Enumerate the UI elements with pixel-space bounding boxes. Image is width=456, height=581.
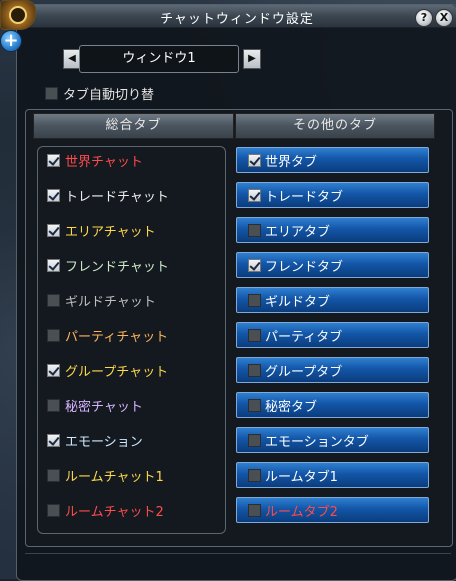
other-tab-item[interactable]: フレンドタブ [236,252,429,278]
checkbox[interactable] [248,468,261,482]
auto-switch-tab-option[interactable]: タブ自動切り替 [45,84,154,103]
general-tab-item[interactable]: トレードチャット [47,185,169,205]
general-tab-item[interactable]: グループチャット [47,360,168,380]
general-tab-item-label: パーティチャット [65,329,169,345]
checkbox[interactable] [47,188,60,202]
help-button[interactable]: ? [415,9,433,27]
other-tab-item[interactable]: ギルドタブ [236,287,429,313]
other-tab-item-label: ルームタブ1 [265,469,338,485]
checkbox[interactable] [47,293,60,307]
checkbox[interactable] [248,188,261,202]
other-tab-item-label: エモーションタブ [265,434,369,450]
general-tab-item-label: グループチャット [65,364,169,380]
checkbox[interactable] [47,433,60,447]
general-tab-item[interactable]: 秘密チャット [47,395,143,415]
checkbox[interactable] [47,398,60,412]
other-tab-item[interactable]: 世界タブ [236,147,429,173]
other-tab-item-label: ギルドタブ [265,294,331,310]
checkbox[interactable] [248,223,261,237]
other-tab-item[interactable]: グループタブ [236,357,429,383]
other-tab-item-label: ルームタブ2 [265,504,338,520]
general-tab-item-label: トレードチャット [65,189,169,205]
other-tabs-header: その他のタブ [235,113,435,139]
checkbox[interactable] [47,503,60,517]
checkbox[interactable] [248,363,261,377]
general-tab-item[interactable]: パーティチャット [47,325,168,345]
other-tab-item[interactable]: 秘密タブ [236,392,429,418]
other-tab-item-label: 世界タブ [265,154,318,170]
general-tab-item-label: ギルドチャット [65,294,156,310]
checkbox[interactable] [248,258,261,272]
checkbox[interactable] [47,363,60,377]
general-tab-item-label: 世界チャット [65,154,143,170]
general-tab-item[interactable]: ルームチャット2 [47,500,164,520]
checkbox[interactable] [248,293,261,307]
general-tab-item[interactable]: フレンドチャット [47,255,169,275]
close-button[interactable]: X [435,9,453,27]
general-tab-item-label: ルームチャット1 [65,469,164,485]
general-tab-item-label: エモーション [65,434,143,450]
general-tab-item[interactable]: ギルドチャット [47,290,156,310]
other-tab-item[interactable]: パーティタブ [236,322,429,348]
auto-switch-label: タブ自動切り替 [63,88,155,103]
general-tab-item-label: ルームチャット2 [65,504,164,520]
other-tab-item-label: トレードタブ [265,189,344,205]
general-tab-item[interactable]: エリアチャット [47,220,156,240]
general-tab-item-label: フレンドチャット [65,259,169,275]
checkbox[interactable] [248,328,261,342]
general-tab-item-label: 秘密チャット [65,399,143,415]
window-selector[interactable]: ウィンドウ1 [79,45,239,73]
chat-window-settings-dialog: チャットウィンドウ設定 ? X ◀ ウィンドウ1 ▶ タブ自動切り替 総合タブ … [16,4,456,581]
other-tab-item-label: エリアタブ [265,224,331,240]
title-bar[interactable]: チャットウィンドウ設定 ? X [17,5,456,28]
dialog-footer [25,553,451,574]
general-tab-item[interactable]: エモーション [47,430,143,450]
checkbox[interactable] [248,153,261,167]
checkbox[interactable] [248,433,261,447]
other-tab-item-label: パーティタブ [265,329,343,345]
checkbox[interactable] [47,468,60,482]
other-tab-item[interactable]: ルームタブ2 [236,497,429,523]
dialog-title: チャットウィンドウ設定 [160,12,314,27]
general-tab-item[interactable]: 世界チャット [47,150,143,170]
general-tab-header: 総合タブ [33,113,234,139]
other-tab-item[interactable]: ルームタブ1 [236,462,429,488]
checkbox[interactable] [47,258,60,272]
other-tab-item-label: グループタブ [265,364,343,380]
other-tab-item[interactable]: トレードタブ [236,182,429,208]
checkbox[interactable] [47,328,60,342]
game-emblem-icon [0,0,36,30]
other-tab-item-label: 秘密タブ [265,399,318,415]
checkbox[interactable] [248,398,261,412]
auto-switch-checkbox[interactable] [45,87,58,100]
checkbox[interactable] [248,503,261,517]
other-tab-item[interactable]: エリアタブ [236,217,429,243]
other-tab-item-label: フレンドタブ [265,259,344,275]
other-tab-item[interactable]: エモーションタブ [236,427,429,453]
general-tab-item-label: エリアチャット [65,224,156,240]
general-tab-item[interactable]: ルームチャット1 [47,465,164,485]
checkbox[interactable] [47,153,60,167]
next-window-button[interactable]: ▶ [243,49,261,69]
checkbox[interactable] [47,223,60,237]
plus-icon[interactable]: + [0,30,22,52]
